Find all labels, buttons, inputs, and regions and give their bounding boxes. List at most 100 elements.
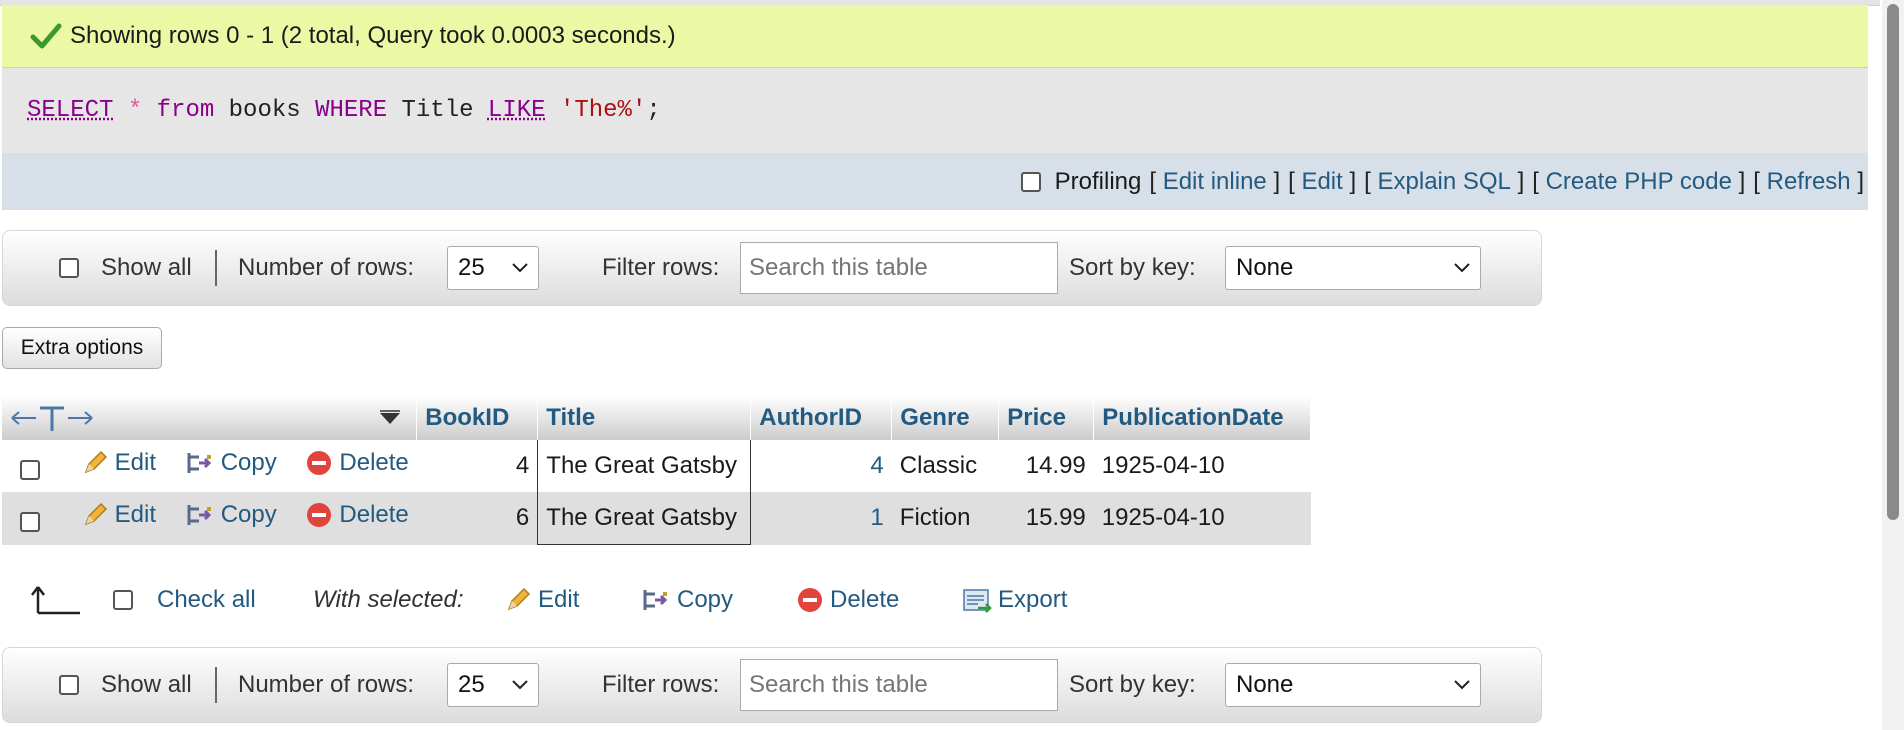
filter-rows-input[interactable]	[740, 659, 1058, 711]
profiling-label: Profiling	[1054, 167, 1142, 195]
sql-query: SELECT * from books WHERE Title LIKE 'Th…	[27, 97, 661, 124]
edit-link[interactable]: Edit	[1301, 168, 1342, 196]
show-all-checkbox[interactable]	[59, 675, 79, 695]
row-checkbox[interactable]	[20, 460, 40, 481]
rows-select[interactable]: 25	[447, 246, 539, 290]
export-icon	[963, 589, 992, 613]
cell-genre[interactable]: Fiction	[891, 492, 999, 545]
chevron-down-icon	[1454, 680, 1470, 690]
row-actions: Edit Copy Delete	[2, 492, 417, 545]
sort-key-select[interactable]: None	[1225, 246, 1481, 290]
pencil-icon	[507, 587, 531, 611]
sql-semicolon: ;	[646, 97, 661, 124]
column-controls-header	[2, 396, 418, 440]
cell-authorid[interactable]: 4	[750, 440, 892, 492]
column-header-publicationdate[interactable]: PublicationDate	[1093, 396, 1312, 440]
navigation-bar-bottom: Show all Number of rows: 25 Filter rows:…	[2, 647, 1542, 723]
column-arrows-icon[interactable]	[10, 403, 96, 433]
results-table: BookID Title AuthorID Genre Price Public…	[2, 396, 1312, 545]
cell-price[interactable]: 15.99	[998, 492, 1094, 545]
column-header-bookid[interactable]: BookID	[416, 396, 539, 440]
scrollbar-thumb[interactable]	[1887, 4, 1899, 520]
sort-key-select[interactable]: None	[1225, 663, 1481, 707]
sql-like-keyword[interactable]: LIKE	[488, 97, 546, 124]
rows-select[interactable]: 25	[447, 663, 539, 707]
delete-icon	[307, 502, 332, 527]
show-all-checkbox[interactable]	[59, 258, 79, 278]
column-header-title[interactable]: Title	[537, 396, 752, 440]
pencil-icon	[84, 502, 107, 526]
copy-icon	[643, 590, 668, 610]
query-results-page: Showing rows 0 - 1 (2 total, Query took …	[0, 0, 1904, 730]
arrow-up-left-icon	[31, 586, 80, 615]
cell-authorid[interactable]: 1	[750, 492, 892, 545]
sql-table-name: books	[214, 97, 316, 124]
divider	[215, 250, 217, 286]
show-all-label: Show all	[101, 671, 192, 698]
sql-column: Title	[387, 97, 488, 124]
rows-label: Number of rows:	[238, 254, 415, 281]
column-header-authorid[interactable]: AuthorID	[750, 396, 893, 440]
chevron-down-icon	[512, 263, 528, 273]
cell-publicationdate[interactable]: 1925-04-10	[1093, 440, 1311, 492]
copy-icon	[187, 504, 211, 525]
row-delete-link[interactable]: Delete	[305, 501, 409, 529]
row-actions: Edit Copy Delete	[2, 440, 417, 492]
edit-inline-link[interactable]: Edit inline	[1163, 168, 1267, 196]
success-message: Showing rows 0 - 1 (2 total, Query took …	[2, 5, 1868, 68]
row-copy-link[interactable]: Copy	[185, 449, 277, 477]
cell-genre[interactable]: Classic	[891, 440, 999, 492]
sql-where-keyword: WHERE	[315, 97, 388, 124]
row-checkbox[interactable]	[20, 512, 40, 533]
cell-title[interactable]: The Great Gatsby	[537, 440, 752, 492]
bulk-edit-button[interactable]: Edit	[504, 586, 579, 614]
bulk-copy-button[interactable]: Copy	[641, 586, 733, 614]
copy-icon	[187, 452, 211, 473]
row-edit-link[interactable]: Edit	[81, 501, 156, 529]
vertical-scrollbar[interactable]	[1882, 0, 1904, 730]
create-php-code-link[interactable]: Create PHP code	[1546, 168, 1732, 196]
row-edit-link[interactable]: Edit	[81, 449, 156, 477]
delete-icon	[307, 450, 332, 475]
divider	[215, 667, 217, 703]
chevron-down-icon	[512, 680, 528, 690]
cell-publicationdate[interactable]: 1925-04-10	[1093, 492, 1311, 545]
bulk-actions: Check all With selected: Edit Copy Delet…	[20, 575, 1120, 625]
cell-bookid[interactable]: 4	[416, 440, 538, 492]
check-all-link[interactable]: Check all	[157, 586, 256, 614]
filter-rows-input[interactable]	[740, 242, 1058, 294]
sql-from-keyword: from	[156, 97, 215, 124]
sql-select-keyword[interactable]: SELECT	[27, 97, 113, 124]
extra-options-button[interactable]: Extra options	[2, 327, 162, 369]
show-all-label: Show all	[101, 254, 192, 281]
cell-bookid[interactable]: 6	[416, 492, 538, 545]
table-row: Edit Copy Delete 6 The Great Gatsby 1 Fi…	[2, 492, 1311, 545]
rows-label: Number of rows:	[238, 671, 415, 698]
with-selected-label: With selected:	[313, 586, 464, 613]
row-delete-link[interactable]: Delete	[305, 449, 409, 477]
cell-title[interactable]: The Great Gatsby	[537, 492, 752, 545]
chevron-down-icon	[1454, 263, 1470, 273]
navigation-bar-top: Show all Number of rows: 25 Filter rows:…	[2, 230, 1542, 306]
row-copy-link[interactable]: Copy	[185, 501, 277, 529]
column-header-price[interactable]: Price	[998, 396, 1095, 440]
bulk-export-button[interactable]: Export	[962, 586, 1067, 614]
cell-price[interactable]: 14.99	[998, 440, 1094, 492]
sort-options-triangle-icon[interactable]	[378, 410, 402, 426]
refresh-link[interactable]: Refresh	[1767, 168, 1851, 196]
check-all-checkbox[interactable]	[113, 590, 133, 610]
bulk-delete-button[interactable]: Delete	[796, 586, 899, 614]
delete-icon	[798, 588, 822, 612]
filter-label: Filter rows:	[602, 671, 720, 698]
sort-label: Sort by key:	[1069, 254, 1196, 281]
pencil-icon	[84, 450, 107, 473]
explain-sql-link[interactable]: Explain SQL	[1378, 168, 1511, 196]
profiling-checkbox[interactable]	[1020, 171, 1041, 192]
sql-query-box: SELECT * from books WHERE Title LIKE 'Th…	[2, 68, 1868, 153]
filter-label: Filter rows:	[602, 254, 720, 281]
sort-label: Sort by key:	[1069, 671, 1196, 698]
checkmark-icon	[30, 23, 62, 49]
table-row: Edit Copy Delete 4 The Great Gatsby 4 Cl…	[2, 440, 1311, 492]
column-header-genre[interactable]: Genre	[891, 396, 1000, 440]
sql-string: 'The%'	[559, 97, 647, 124]
